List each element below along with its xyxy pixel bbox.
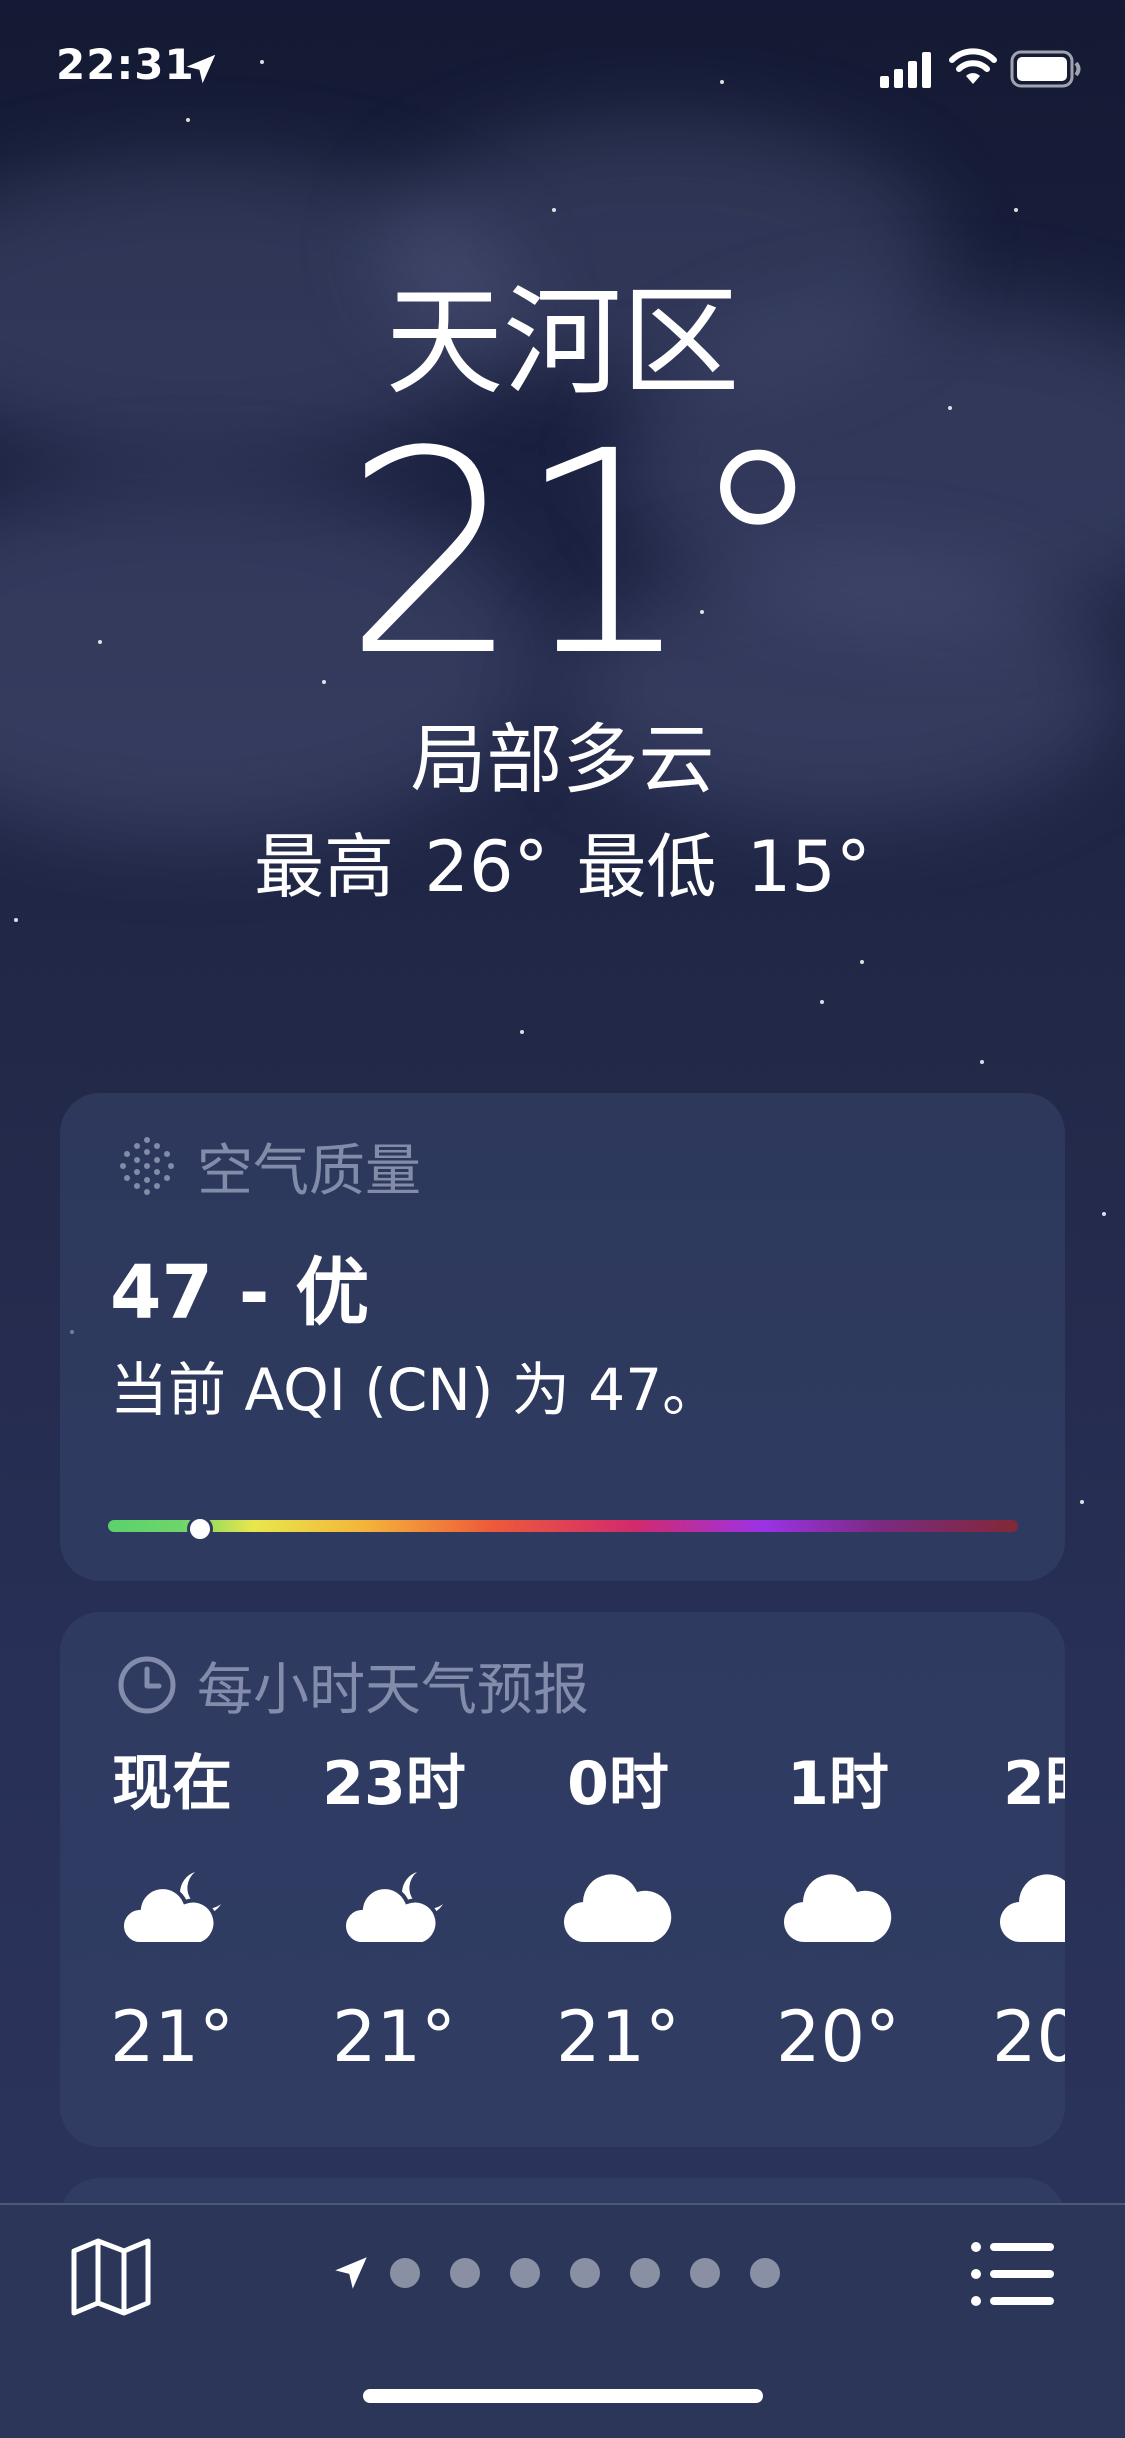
- status-bar: 22:31: [0, 0, 1125, 140]
- map-icon[interactable]: [68, 2233, 154, 2319]
- hour-label: 0时: [567, 1749, 669, 1819]
- hour-temperature: 21°: [109, 1996, 235, 2078]
- aqi-description: 当前 AQI (CN) 为 47。: [110, 1356, 721, 1424]
- cloud-icon: [783, 1862, 893, 1952]
- hourly-item: 1时 20°: [728, 1744, 948, 2082]
- hour-temperature: 21°: [555, 1996, 681, 2078]
- aqi-marker: [187, 1516, 213, 1542]
- hour-label: 23时: [322, 1749, 466, 1819]
- location-arrow-icon: [186, 54, 216, 84]
- page-dot[interactable]: [450, 2258, 480, 2288]
- hour-temperature: 20°: [775, 1996, 901, 2078]
- aqi-value: 47 - 优: [110, 1250, 370, 1336]
- hour-label: 1时: [787, 1749, 889, 1819]
- signal-icon: [880, 52, 931, 88]
- page-dot[interactable]: [390, 2258, 420, 2288]
- high-temperature: 最高 26°: [254, 826, 549, 908]
- hourly-item: 0时 21°: [508, 1744, 728, 2082]
- battery-icon: [1010, 50, 1081, 88]
- page-indicator[interactable]: [330, 2253, 810, 2293]
- low-temperature: 最低 15°: [576, 826, 871, 908]
- current-temperature: 21°: [343, 392, 827, 718]
- aqi-scale-bar: [108, 1516, 1018, 1542]
- page-dot[interactable]: [750, 2258, 780, 2288]
- air-quality-icon: [120, 1137, 174, 1195]
- clock-icon: [118, 1656, 176, 1714]
- page-dot[interactable]: [690, 2258, 720, 2288]
- location-name: 天河区: [385, 273, 740, 411]
- wifi-icon: [949, 48, 997, 84]
- list-icon[interactable]: [970, 2239, 1056, 2309]
- high-low-temperature: 最高 26° 最低 15°: [0, 822, 1125, 912]
- cloud-icon: [563, 1862, 673, 1952]
- page-dot[interactable]: [510, 2258, 540, 2288]
- location-arrow-icon[interactable]: [330, 2252, 372, 2294]
- cloud-icon: [999, 1862, 1065, 1952]
- cloud-moon-icon: [117, 1862, 227, 1952]
- air-quality-title-label: 空气质量: [197, 1138, 421, 1204]
- home-indicator[interactable]: [363, 2389, 763, 2403]
- hourly-forecast-list[interactable]: 现在 21° 23时 21° 0时 21° 1时 20° 2时 20°: [60, 1744, 1065, 2124]
- status-time: 22:31: [56, 40, 195, 89]
- hourly-item: 现在 21°: [62, 1744, 282, 2082]
- weather-condition: 局部多云: [410, 715, 715, 804]
- hour-label: 2时: [1003, 1749, 1065, 1819]
- hourly-forecast-card[interactable]: 每小时天气预报 现在 21° 23时 21° 0时 21° 1时 20° 2时 20°: [60, 1612, 1065, 2147]
- page-dot[interactable]: [570, 2258, 600, 2288]
- hourly-forecast-title-label: 每小时天气预报: [197, 1657, 589, 1723]
- cloud-moon-icon: [339, 1862, 449, 1952]
- hour-temperature: 21°: [331, 1996, 457, 2078]
- hour-label: 现在: [112, 1749, 232, 1819]
- hourly-forecast-title: 每小时天气预报: [115, 1650, 589, 1723]
- hourly-item: 23时 21°: [284, 1744, 504, 2082]
- page-dot[interactable]: [630, 2258, 660, 2288]
- air-quality-title: 空气质量: [115, 1131, 421, 1204]
- air-quality-card[interactable]: 空气质量 47 - 优 当前 AQI (CN) 为 47。: [60, 1093, 1065, 1581]
- hourly-item: 2时 20°: [944, 1744, 1065, 2082]
- hour-temperature: 20°: [991, 1996, 1065, 2078]
